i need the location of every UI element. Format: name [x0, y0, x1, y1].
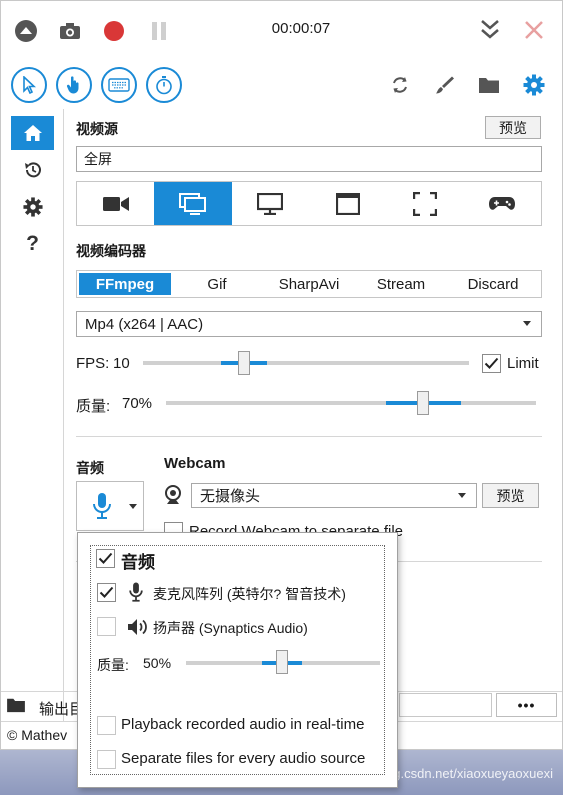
audio-popup-content [90, 545, 385, 775]
audio-quality-slider-thumb[interactable] [276, 650, 288, 674]
microphone-icon [128, 581, 144, 603]
capture-mode-webcam[interactable] [77, 182, 154, 225]
video-source-label: 视频源 [76, 121, 118, 137]
fps-label: FPS: [76, 355, 110, 372]
fps-slider[interactable] [143, 361, 469, 365]
fps-value: 10 [113, 355, 130, 372]
webcam-select[interactable]: 无摄像头 [191, 483, 477, 508]
capture-mode-bar [76, 181, 542, 226]
audio-quality-value: 50% [143, 655, 172, 671]
codec-select-value: Mp4 (x264 | AAC) [85, 315, 204, 333]
webcam-icon [163, 485, 183, 505]
codec-select[interactable]: Mp4 (x264 | AAC) [76, 311, 542, 337]
encoder-tab-stream[interactable]: Stream [355, 273, 447, 295]
separate-files-checkbox[interactable] [97, 750, 116, 769]
quality-slider-thumb[interactable] [417, 391, 429, 415]
quality-value: 70% [122, 395, 153, 412]
audio-quality-label: 质量: [97, 657, 129, 673]
window-icon [335, 192, 360, 215]
camera-icon[interactable] [57, 18, 83, 44]
more-options-button[interactable]: ••• [496, 693, 557, 717]
speaker-source-label: 扬声器 (Synaptics Audio) [153, 620, 308, 636]
gamepad-icon [488, 195, 516, 213]
capture-mode-fullscreen[interactable] [386, 182, 463, 225]
gear-icon[interactable] [522, 73, 546, 97]
monitor-icon [257, 192, 284, 215]
fullscreen-icon [412, 191, 437, 216]
history-icon [23, 160, 43, 180]
video-encoder-label: 视频编码器 [76, 243, 146, 259]
help-icon: ? [26, 232, 39, 255]
sidebar-item-settings[interactable] [11, 190, 54, 224]
brush-icon[interactable] [433, 73, 457, 97]
audio-source-button[interactable] [76, 481, 144, 531]
screen-region-icon [178, 192, 207, 215]
speaker-icon [127, 617, 149, 637]
playback-checkbox[interactable] [97, 716, 116, 735]
chevron-down-icon [458, 492, 466, 498]
minimize-icon[interactable] [477, 17, 503, 43]
limit-checkbox[interactable] [482, 354, 501, 373]
quality-label: 质量: [76, 398, 111, 415]
capture-mode-screen[interactable] [154, 182, 232, 225]
chevron-down-icon [523, 321, 531, 326]
fps-slider-thumb[interactable] [238, 351, 250, 375]
encoder-tab-ffmpeg[interactable]: FFmpeg [79, 273, 171, 295]
video-source-field[interactable]: 全屏 [76, 146, 542, 172]
capture-mode-game[interactable] [464, 182, 541, 225]
refresh-icon[interactable] [388, 73, 412, 97]
webcam-preview-button[interactable]: 预览 [482, 483, 539, 508]
limit-label: Limit [507, 355, 539, 372]
audio-label: 音频 [76, 460, 104, 476]
pause-icon[interactable] [146, 18, 172, 44]
sidebar-item-history[interactable] [11, 153, 54, 187]
copyright-text: © Mathev [7, 727, 68, 743]
sidebar-divider [63, 109, 64, 721]
stopwatch-icon[interactable] [146, 67, 182, 103]
cursor-icon[interactable] [11, 67, 47, 103]
microphone-source-label: 麦克风阵列 (英特尔? 智音技术) [153, 586, 346, 602]
encoder-tab-gif[interactable]: Gif [171, 273, 263, 295]
audio-popup: 音频 麦克风阵列 (英特尔? 智音技术) 扬声器 (Synaptics Audi… [77, 532, 398, 788]
section-divider [76, 436, 542, 437]
chevron-down-icon [129, 504, 137, 509]
record-icon[interactable] [101, 18, 127, 44]
separate-files-label: Separate files for every audio source [121, 750, 366, 767]
folder-icon[interactable] [5, 695, 27, 715]
capture-mode-window[interactable] [309, 182, 386, 225]
microphone-icon [91, 491, 113, 521]
quality-slider[interactable] [166, 401, 536, 405]
hand-icon[interactable] [56, 67, 92, 103]
microphone-checkbox[interactable] [97, 583, 116, 602]
audio-enable-checkbox[interactable] [96, 549, 115, 568]
sidebar-item-home[interactable] [11, 116, 54, 150]
gear-icon [22, 197, 43, 217]
output-folder-field[interactable] [399, 693, 492, 717]
folder-icon[interactable] [477, 73, 501, 97]
encoder-tab-discard[interactable]: Discard [447, 273, 539, 295]
keyboard-icon[interactable] [101, 67, 137, 103]
capture-mode-monitor[interactable] [232, 182, 309, 225]
recording-timer: 00:00:07 [271, 20, 331, 37]
encoder-tabs: FFmpeg Gif SharpAvi Stream Discard [76, 270, 542, 298]
webcam-select-value: 无摄像头 [200, 488, 261, 505]
playback-label: Playback recorded audio in real-time [121, 716, 365, 733]
sidebar-item-help[interactable]: ? [11, 227, 54, 261]
video-source-preview-button[interactable]: 预览 [485, 116, 541, 139]
speaker-checkbox[interactable] [97, 617, 116, 636]
collapse-icon[interactable] [13, 18, 39, 44]
webcam-label: Webcam [164, 455, 226, 472]
home-icon [23, 124, 43, 142]
encoder-tab-sharpavi[interactable]: SharpAvi [263, 273, 355, 295]
camera-icon [102, 195, 130, 213]
audio-popup-header: 音频 [121, 553, 155, 572]
close-icon[interactable] [521, 17, 547, 43]
